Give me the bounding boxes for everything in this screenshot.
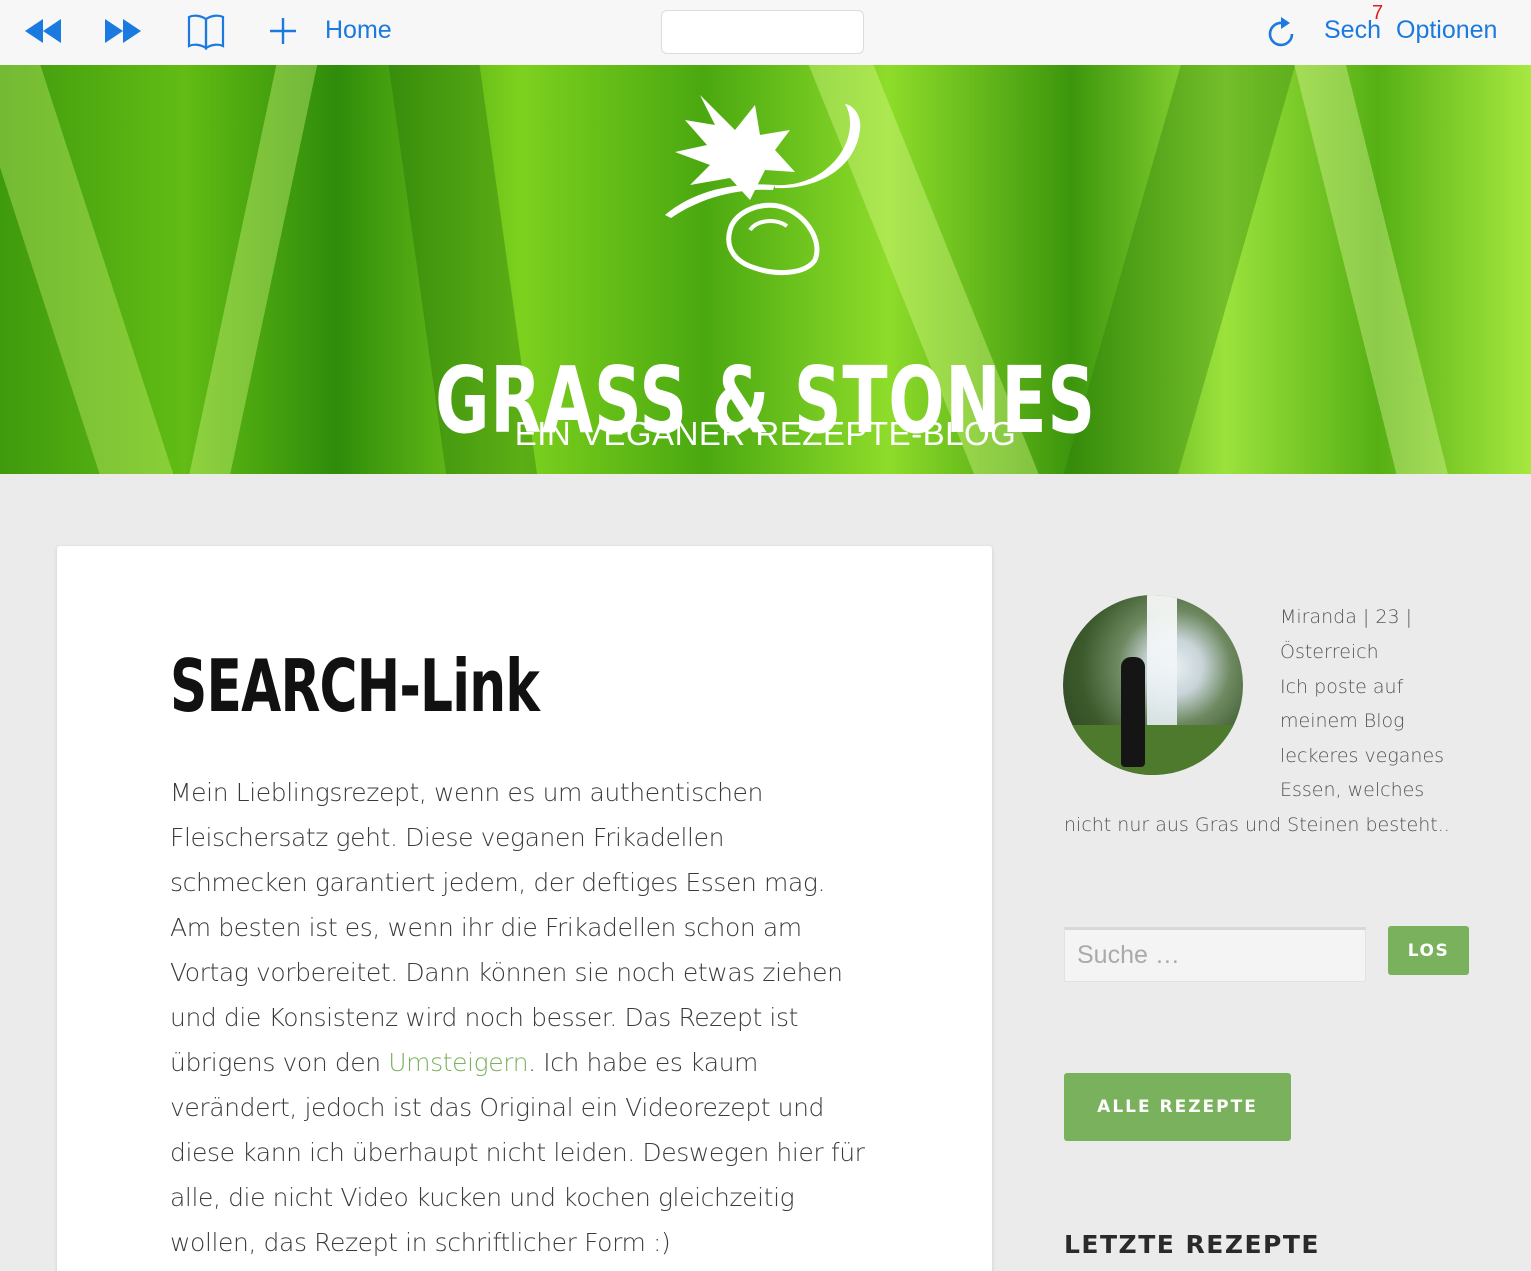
reload-icon[interactable] xyxy=(1264,12,1300,50)
author-avatar xyxy=(1063,595,1243,775)
optionen-button[interactable]: Optionen xyxy=(1396,16,1497,45)
sidebar-search-input[interactable] xyxy=(1064,927,1366,982)
leaf-stone-logo-icon xyxy=(665,95,861,275)
excerpt-text: . Ich habe es kaum xyxy=(528,1048,759,1077)
excerpt-line: Fleischersatz geht. Diese veganen Frikad… xyxy=(170,823,725,852)
fast-forward-icon[interactable] xyxy=(102,14,144,48)
excerpt-line: und die Konsistenz wird noch besser. Das… xyxy=(170,1003,798,1032)
excerpt-line: übrigens von den Umsteigern. Ich habe es… xyxy=(170,1040,890,1085)
excerpt-line: schmecken garantiert jedem, der deftiges… xyxy=(170,868,826,897)
excerpt-line: alle, die nicht Video kucken und kochen … xyxy=(170,1183,795,1212)
bio-line: Miranda | 23 | xyxy=(1280,606,1412,628)
post-title[interactable]: SEARCH-Link xyxy=(170,644,540,728)
home-link[interactable]: Home xyxy=(325,16,392,45)
excerpt-line: verändert, jedoch ist das Original ein V… xyxy=(170,1093,825,1122)
latest-recipes-heading: LETZTE REZEPTE xyxy=(1064,1230,1321,1259)
address-bar[interactable] xyxy=(661,10,864,54)
site-tagline: EIN VEGANER REZEPTE-BLOG xyxy=(514,415,1017,452)
browser-toolbar: Home Sech 7 Optionen xyxy=(0,0,1531,65)
bio-line: Essen, welches xyxy=(1280,779,1425,801)
excerpt-line: Mein Lieblingsrezept, wenn es um authent… xyxy=(170,778,763,807)
all-recipes-button[interactable]: ALLE REZEPTE xyxy=(1064,1073,1291,1141)
bio-line: Ich poste auf xyxy=(1280,676,1404,698)
bookmarks-book-icon[interactable] xyxy=(184,10,228,52)
rewind-icon[interactable] xyxy=(22,14,64,48)
excerpt-line: Am besten ist es, wenn ihr die Frikadell… xyxy=(170,913,802,942)
avatar-person xyxy=(1121,657,1145,767)
umsteigern-link[interactable]: Umsteigern xyxy=(388,1048,528,1077)
post-excerpt: Mein Lieblingsrezept, wenn es um authent… xyxy=(170,770,890,1265)
avatar-ground xyxy=(1063,725,1243,775)
add-plus-icon[interactable] xyxy=(266,14,300,48)
bio-line: Österreich xyxy=(1280,641,1379,663)
search-submit-button[interactable]: LOS xyxy=(1388,926,1469,975)
bio-line: meinem Blog xyxy=(1280,710,1405,732)
header-banner: GRASS & STONES EIN VEGANER REZEPTE-BLOG xyxy=(0,65,1531,474)
tab-count-badge: 7 xyxy=(1372,2,1384,24)
excerpt-text: übrigens von den xyxy=(170,1048,389,1077)
bio-line: nicht nur aus Gras und Steinen besteht.. xyxy=(1064,814,1450,836)
bio-line: leckeres veganes xyxy=(1280,745,1445,767)
excerpt-line: wollen, das Rezept in schriftlicher Form… xyxy=(170,1228,671,1257)
avatar-waterfall xyxy=(1147,595,1177,745)
excerpt-line: Vortag vorbereitet. Dann können sie noch… xyxy=(170,958,843,987)
excerpt-line: diese kann ich überhaupt nicht leiden. D… xyxy=(170,1138,865,1167)
